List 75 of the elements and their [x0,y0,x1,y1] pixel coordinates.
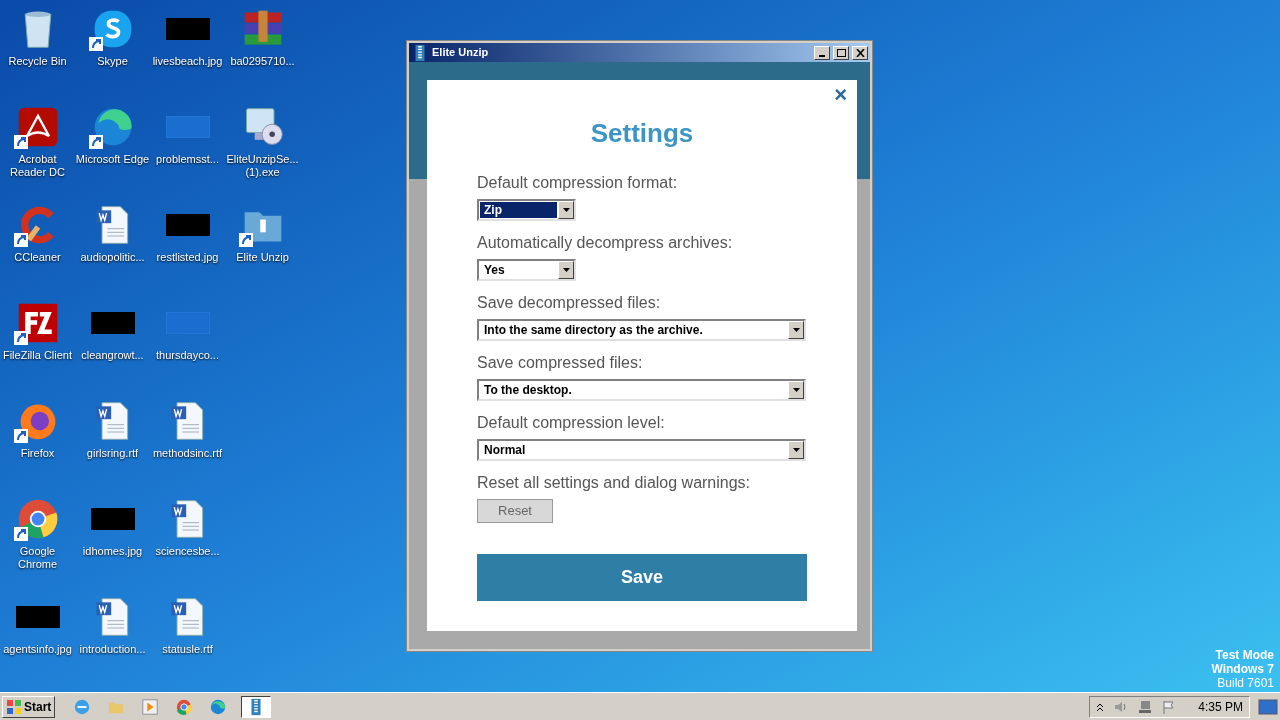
setting-label: Default compression level: [477,413,666,433]
setting-label: Reset all settings and dialog warnings: [477,473,752,493]
setting-label: Save decompressed files: [477,293,662,313]
start-button[interactable]: Start [2,695,56,718]
image-thumbnail-icon [15,606,60,628]
desktop-icon-label[interactable]: Acrobat Reader DC [0,153,75,179]
desktop-icon-label[interactable]: agentsinfo.jpg [0,643,75,656]
desktop-icon-label[interactable]: sciencesbe... [150,545,225,558]
image-thumbnail-icon [90,312,135,334]
minimize-icon [819,54,825,57]
setting-label: Automatically decompress archives: [477,233,734,253]
chrome-logo-icon[interactable] [175,697,194,716]
dropdown-caret-icon [792,448,800,452]
desktop-icon-label[interactable]: livesbeach.jpg [150,55,225,68]
dropdown-caret-icon [792,388,800,392]
dropdown-caret-icon [562,268,570,272]
desktop-icon-label[interactable]: restlisted.jpg [150,251,225,264]
flag-icon[interactable] [1162,699,1177,714]
desktop-icon-label[interactable]: Elite Unzip [225,251,300,264]
desktop-icon-label[interactable]: Google Chrome [0,545,75,571]
dropdown-caret-icon [562,208,570,212]
desktop-icon-label[interactable]: cleangrowt... [75,349,150,362]
minimize-button[interactable] [814,45,830,60]
dropdown-caret-icon [792,328,800,332]
edge-logo-icon[interactable] [209,697,228,716]
desktop-icon-label[interactable]: ba0295710... [225,55,300,68]
setting-label: Default compression format: [477,173,679,193]
os-build-text: Test Mode [1215,648,1274,662]
chevron-up-icon[interactable] [1096,702,1105,711]
image-thumbnail-icon [165,214,210,236]
desktop-icon-label[interactable]: Skype [75,55,150,68]
play-icon[interactable] [141,697,160,716]
desktop-icon-label[interactable]: problemsst... [150,153,225,166]
dropdown[interactable]: Normal [477,439,806,461]
dropdown-value: Normal [483,442,527,458]
close-button[interactable] [852,45,868,60]
close-icon [855,48,865,57]
dropdown-value: To the desktop. [483,382,573,398]
windows-flag-icon [6,698,22,715]
blank-thumbnail-icon [165,116,210,138]
desktop-icon-label[interactable]: Firefox [0,447,75,460]
window-title: Elite Unzip [432,45,490,61]
dropdown[interactable]: Yes [477,259,576,281]
save-button[interactable]: Save [477,554,807,601]
image-thumbnail-icon [165,18,210,40]
desktop-icon-label[interactable]: statusle.rtf [150,643,225,656]
desktop-icon-label[interactable]: idhomes.jpg [75,545,150,558]
desktop-icon-label[interactable]: girlsring.rtf [75,447,150,460]
reset-button[interactable]: Reset [477,499,553,523]
show-desktop-icon[interactable] [1258,697,1278,716]
maximize-button[interactable] [833,45,849,60]
desktop-icon-label[interactable]: Microsoft Edge [75,153,150,166]
desktop-icon-label[interactable]: Recycle Bin [0,55,75,68]
dialog-title: Settings [589,117,695,150]
maximize-icon [836,48,846,57]
dropdown-value: Zip [480,202,557,218]
desktop-icon-label[interactable]: EliteUnzipSe... (1).exe [225,153,300,179]
close-button[interactable]: × [834,84,847,106]
dropdown-value: Yes [483,262,506,278]
image-thumbnail-icon [90,508,135,530]
setting-label: Save compressed files: [477,353,644,373]
desktop-icon-label[interactable]: CCleaner [0,251,75,264]
os-build-text: Windows 7 [1211,662,1274,676]
dropdown[interactable]: Zip [477,199,576,221]
desktop-icon-label[interactable]: FileZilla Client [0,349,75,362]
desktop-icon-label[interactable]: thursdayco... [150,349,225,362]
dropdown[interactable]: Into the same directory as the archive. [477,319,806,341]
dropdown[interactable]: To the desktop. [477,379,806,401]
desktop-icon-label[interactable]: audiopolitic... [75,251,150,264]
desktop-icon-label[interactable]: introduction... [75,643,150,656]
os-build-text: Build 7601 [1217,676,1274,690]
dropdown-value: Into the same directory as the archive. [483,322,704,338]
speaker-icon[interactable] [1114,699,1129,714]
network-icon[interactable] [1138,699,1153,714]
desktop-icon-label[interactable]: methodsinc.rtf [150,447,225,460]
